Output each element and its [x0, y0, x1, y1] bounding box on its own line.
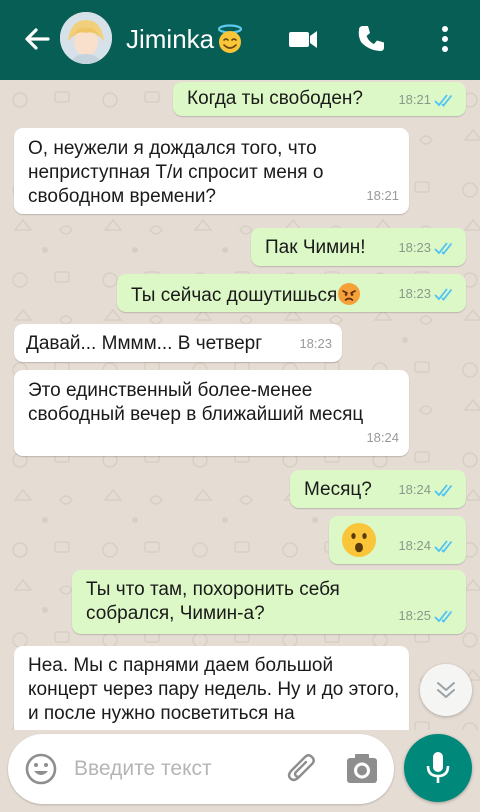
message-meta: 18:23: [299, 332, 332, 356]
message-time: 18:21: [398, 92, 431, 107]
message-time: 18:23: [299, 336, 332, 351]
voice-message-button[interactable]: [404, 734, 472, 802]
read-receipt-icon: [434, 94, 453, 107]
message-incoming[interactable]: Это единственный более-менее свободный в…: [14, 370, 409, 456]
back-arrow-icon[interactable]: [22, 24, 52, 54]
message-incoming[interactable]: О, неужели я дождался того, что непристу…: [14, 128, 409, 214]
contact-name-text: Jiminka: [126, 24, 215, 54]
message-outgoing[interactable]: Ты сейчас дошутишься 18:23: [117, 274, 466, 312]
contact-avatar[interactable]: [60, 12, 112, 64]
angry-face-emoji-icon: [338, 283, 361, 305]
message-outgoing[interactable]: 18:24: [329, 516, 466, 564]
read-receipt-icon: [434, 610, 453, 623]
message-meta: 18:23: [398, 236, 456, 260]
message-meta: 18:21: [398, 88, 456, 112]
message-meta: 18:24: [398, 478, 456, 502]
video-call-icon[interactable]: [286, 22, 320, 56]
message-meta: 18:25: [398, 604, 456, 628]
message-text: Месяц?: [304, 479, 372, 500]
message-composer: Введите текст: [8, 734, 394, 804]
contact-name[interactable]: Jiminka: [126, 24, 246, 54]
microphone-icon: [426, 752, 450, 783]
surprised-face-emoji-icon: [342, 523, 376, 557]
attach-paperclip-icon[interactable]: [284, 750, 322, 788]
message-meta: 18:24: [366, 426, 399, 450]
message-meta: 18:23: [398, 282, 456, 306]
read-receipt-icon: [434, 242, 453, 255]
read-receipt-icon: [434, 540, 453, 553]
message-text: Давай... Мммм... В четверг: [26, 333, 263, 354]
message-text: Неа. Мы с парнями даем большой концерт ч…: [28, 655, 400, 724]
message-text: Ты сейчас дошутишься: [131, 285, 338, 306]
message-time: 18:24: [366, 430, 399, 445]
smiling-face-with-halo-icon: [218, 24, 243, 53]
message-outgoing[interactable]: Месяц? 18:24: [290, 470, 466, 508]
message-time: 18:21: [366, 188, 399, 203]
more-options-icon[interactable]: [428, 22, 462, 56]
message-time: 18:23: [398, 240, 431, 255]
chat-header: Jiminka: [0, 0, 480, 80]
message-input[interactable]: Введите текст: [74, 757, 212, 781]
double-chevron-down-icon: [437, 682, 455, 698]
message-time: 18:23: [398, 286, 431, 301]
message-time: 18:25: [398, 608, 431, 623]
message-incoming[interactable]: Давай... Мммм... В четверг 18:23: [14, 324, 342, 362]
message-time: 18:24: [398, 538, 431, 553]
phone-call-icon[interactable]: [354, 22, 388, 56]
message-outgoing[interactable]: Ты что там, похоронить себя собрался, Чи…: [72, 570, 466, 634]
message-text: Пак Чимин!: [265, 237, 366, 258]
message-text: Ты что там, похоронить себя собрался, Чи…: [86, 579, 340, 624]
read-receipt-icon: [434, 288, 453, 301]
camera-icon[interactable]: [344, 751, 380, 787]
message-incoming[interactable]: Неа. Мы с парнями даем большой концерт ч…: [14, 646, 409, 730]
message-meta: 18:24: [398, 534, 456, 558]
message-text: Когда ты свободен?: [187, 88, 363, 109]
message-outgoing[interactable]: Пак Чимин! 18:23: [251, 228, 466, 266]
message-time: 18:24: [398, 482, 431, 497]
message-outgoing[interactable]: Когда ты свободен? 18:21: [173, 82, 466, 116]
scroll-to-bottom-button[interactable]: [420, 664, 472, 716]
message-meta: 18:21: [366, 184, 399, 208]
message-text: Это единственный более-менее свободный в…: [28, 380, 364, 425]
read-receipt-icon: [434, 484, 453, 497]
message-list[interactable]: Когда ты свободен? 18:21 О, неужели я до…: [0, 80, 480, 730]
message-text: О, неужели я дождался того, что непристу…: [28, 138, 324, 207]
emoji-icon[interactable]: [24, 752, 58, 786]
